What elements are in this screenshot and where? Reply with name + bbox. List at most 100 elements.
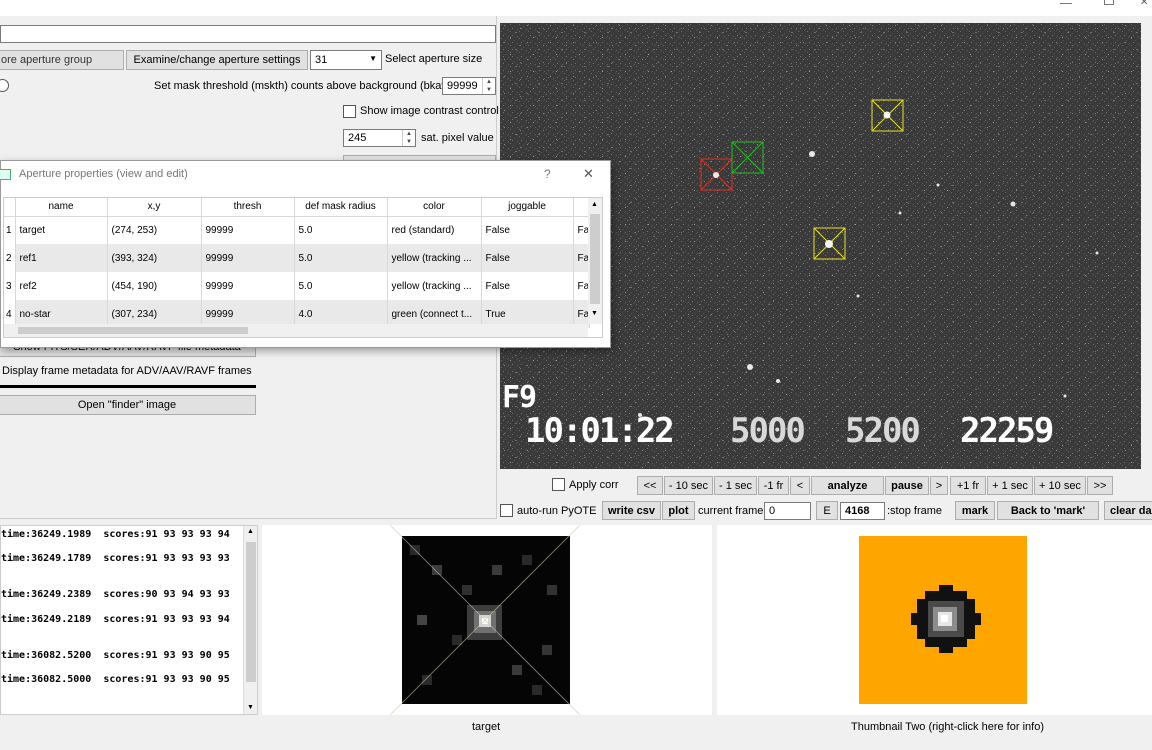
aperture-table-wrapper[interactable]: name x,y thresh def mask radius color jo… (3, 197, 603, 338)
cell-thresh[interactable]: 99999 (201, 272, 295, 300)
contrast-checkbox[interactable] (343, 105, 356, 118)
scroll-down-icon[interactable]: ▼ (247, 704, 254, 711)
cell-joggable[interactable]: False (481, 244, 574, 272)
star (713, 172, 719, 178)
prev-button[interactable]: < (790, 476, 810, 495)
current-frame-input[interactable]: 0 (764, 502, 811, 520)
mask-threshold-spinbox[interactable]: 99999 ▲ ▼ (442, 77, 496, 95)
table-row[interactable]: 2 ref1 (393, 324) 99999 5.0 yellow (trac… (4, 244, 590, 272)
cell-extra[interactable]: Fa (573, 216, 590, 244)
spin-up-icon[interactable]: ▲ (403, 130, 415, 138)
examine-aperture-settings-button[interactable]: Examine/change aperture settings (126, 50, 308, 70)
clear-data-button[interactable]: clear da (1104, 501, 1152, 520)
mark-button[interactable]: mark (955, 501, 995, 520)
apply-corr-checkbox[interactable] (552, 478, 565, 491)
cell-name[interactable]: ref1 (15, 244, 108, 272)
minus-1-sec-button[interactable]: - 1 sec (714, 476, 757, 495)
column-header-name[interactable]: name (15, 198, 108, 217)
star (898, 211, 902, 215)
window-minimize-icon[interactable] (1060, 0, 1072, 4)
back-to-mark-button[interactable]: Back to 'mark' (997, 501, 1099, 520)
scroll-thumb[interactable] (18, 327, 248, 334)
minus-10-sec-button[interactable]: - 10 sec (664, 476, 713, 495)
table-horizontal-scrollbar[interactable] (4, 324, 588, 337)
spin-down-icon[interactable]: ▼ (483, 86, 495, 94)
table-row[interactable]: 3 ref2 (454, 190) 99999 5.0 yellow (trac… (4, 272, 590, 300)
cell-radius[interactable]: 5.0 (294, 272, 388, 300)
radio-button[interactable] (0, 79, 9, 92)
plot-button[interactable]: plot (662, 501, 695, 520)
cell-name[interactable]: target (15, 216, 108, 244)
table-row[interactable]: 1 target (274, 253) 99999 5.0 red (stand… (4, 216, 590, 244)
window-close-icon[interactable]: ✕ (1140, 0, 1148, 8)
top-text-field[interactable] (0, 25, 496, 43)
spin-up-icon[interactable]: ▲ (483, 78, 495, 86)
scroll-thumb[interactable] (246, 542, 256, 682)
chevron-down-icon: ▼ (369, 54, 377, 63)
column-header-radius[interactable]: def mask radius (294, 198, 388, 217)
minus-1-frame-button[interactable]: -1 fr (758, 476, 789, 495)
stop-frame-input[interactable]: 4168 (840, 502, 885, 520)
cell-color[interactable]: red (standard) (387, 216, 482, 244)
overlay-number-1: 5000 (730, 411, 806, 451)
cell-xy[interactable]: (393, 324) (107, 244, 202, 272)
column-header-xy[interactable]: x,y (107, 198, 202, 217)
plus-1-frame-button[interactable]: +1 fr (950, 476, 986, 495)
log-panel[interactable]: time:36249.1989 scores:91 93 93 93 94 ti… (0, 525, 258, 715)
window-maximize-icon[interactable] (1104, 0, 1114, 5)
cell-extra[interactable]: Fa (573, 244, 590, 272)
close-icon[interactable]: ✕ (583, 166, 594, 182)
analyze-button[interactable]: analyze (811, 476, 884, 495)
cell-thresh[interactable]: 99999 (201, 244, 295, 272)
column-header-thresh[interactable]: thresh (201, 198, 295, 217)
e-button[interactable]: E (816, 501, 838, 520)
first-frame-button[interactable]: << (637, 476, 663, 495)
cell-color[interactable]: yellow (tracking ... (387, 272, 482, 300)
scroll-down-icon[interactable]: ▼ (591, 310, 598, 317)
column-header-color[interactable]: color (387, 198, 482, 217)
plus-1-sec-button[interactable]: + 1 sec (987, 476, 1033, 495)
cell-joggable[interactable]: False (481, 272, 574, 300)
column-header-extra[interactable] (573, 198, 590, 217)
cell-joggable[interactable]: False (481, 216, 574, 244)
star (1010, 201, 1016, 207)
sat-pixel-spinbox[interactable]: 245 ▲ ▼ (343, 129, 416, 147)
spin-down-icon[interactable]: ▼ (403, 138, 415, 146)
cell-xy[interactable]: (274, 253) (107, 216, 202, 244)
aperture-size-select[interactable]: 31 ▼ (310, 50, 382, 70)
write-csv-button[interactable]: write csv (602, 501, 661, 520)
help-icon[interactable]: ? (544, 167, 551, 181)
finder-image-button[interactable]: Open "finder" image (0, 395, 256, 415)
aperture-size-value: 31 (315, 54, 328, 66)
column-header-joggable[interactable]: joggable (481, 198, 574, 217)
autorun-pyote-checkbox[interactable] (500, 504, 513, 517)
thumbnail-two-panel[interactable] (717, 525, 1152, 715)
thumbnail-two-image (859, 536, 1027, 704)
next-button[interactable]: > (930, 476, 948, 495)
cell-color[interactable]: yellow (tracking ... (387, 244, 482, 272)
aperture-table: name x,y thresh def mask radius color jo… (4, 198, 590, 328)
table-vertical-scrollbar[interactable]: ▲ ▼ (588, 198, 602, 324)
thumbnail-one-panel[interactable] (262, 525, 712, 715)
log-line: time:36249.2389 scores:90 93 94 93 93 (1, 589, 230, 600)
pause-button[interactable]: pause (885, 476, 929, 495)
cell-xy[interactable]: (454, 190) (107, 272, 202, 300)
cell-radius[interactable]: 5.0 (294, 216, 388, 244)
current-frame-label: current frame: (698, 505, 767, 517)
cell-radius[interactable]: 5.0 (294, 244, 388, 272)
cell-thresh[interactable]: 99999 (201, 216, 295, 244)
scroll-up-icon[interactable]: ▲ (591, 201, 598, 208)
cell-extra[interactable]: Fa (573, 272, 590, 300)
scroll-up-icon[interactable]: ▲ (247, 528, 254, 535)
last-frame-button[interactable]: >> (1087, 476, 1113, 495)
scroll-thumb[interactable] (590, 214, 600, 304)
store-aperture-group-button[interactable]: ore aperture group (0, 50, 124, 70)
star (825, 240, 833, 248)
dialog-titlebar[interactable]: Aperture properties (view and edit) ? ✕ (0, 161, 610, 188)
log-scrollbar[interactable]: ▲ ▼ (243, 526, 257, 714)
aperture-size-label: Select aperture size (385, 53, 483, 65)
aperture-properties-dialog[interactable]: Aperture properties (view and edit) ? ✕ … (0, 160, 611, 348)
overlay-number-3: 22259 (960, 411, 1054, 451)
cell-name[interactable]: ref2 (15, 272, 108, 300)
plus-10-sec-button[interactable]: + 10 sec (1034, 476, 1086, 495)
